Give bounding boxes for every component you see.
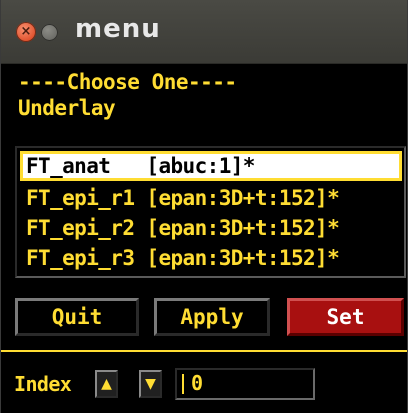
index-up-button[interactable]: ▲ <box>95 370 118 398</box>
set-button[interactable]: Set <box>287 298 404 336</box>
index-input[interactable]: 0 <box>175 368 315 400</box>
chooser-heading: ----Choose One---- <box>18 70 237 94</box>
close-button[interactable]: × <box>16 22 36 42</box>
chooser-subheading: Underlay <box>18 96 116 120</box>
close-icon: × <box>20 24 32 39</box>
text-caret <box>182 374 184 394</box>
list-item-ft-anat[interactable]: FT_anat [abuc:1]* <box>20 151 402 181</box>
apply-button[interactable]: Apply <box>154 298 270 336</box>
list-item-ft-epi-r3[interactable]: FT_epi_r3 [epan:3D+t:152]* <box>20 243 402 273</box>
index-label: Index <box>14 372 72 396</box>
window-title: menu <box>75 14 161 44</box>
list-item-ft-epi-r2[interactable]: FT_epi_r2 [epan:3D+t:152]* <box>20 213 402 243</box>
minimize-button[interactable] <box>41 24 58 41</box>
title-bar: × menu <box>1 0 407 64</box>
menu-window: × menu ----Choose One---- Underlay FT_an… <box>0 0 408 413</box>
dataset-list[interactable]: FT_anat [abuc:1]* FT_epi_r1 [epan:3D+t:1… <box>15 146 406 278</box>
arrow-up-icon: ▲ <box>101 376 112 392</box>
arrow-down-icon: ▼ <box>145 376 156 392</box>
quit-button[interactable]: Quit <box>15 298 139 336</box>
index-down-button[interactable]: ▼ <box>139 370 162 398</box>
list-item-ft-epi-r1[interactable]: FT_epi_r1 [epan:3D+t:152]* <box>20 183 402 213</box>
divider <box>1 350 407 352</box>
